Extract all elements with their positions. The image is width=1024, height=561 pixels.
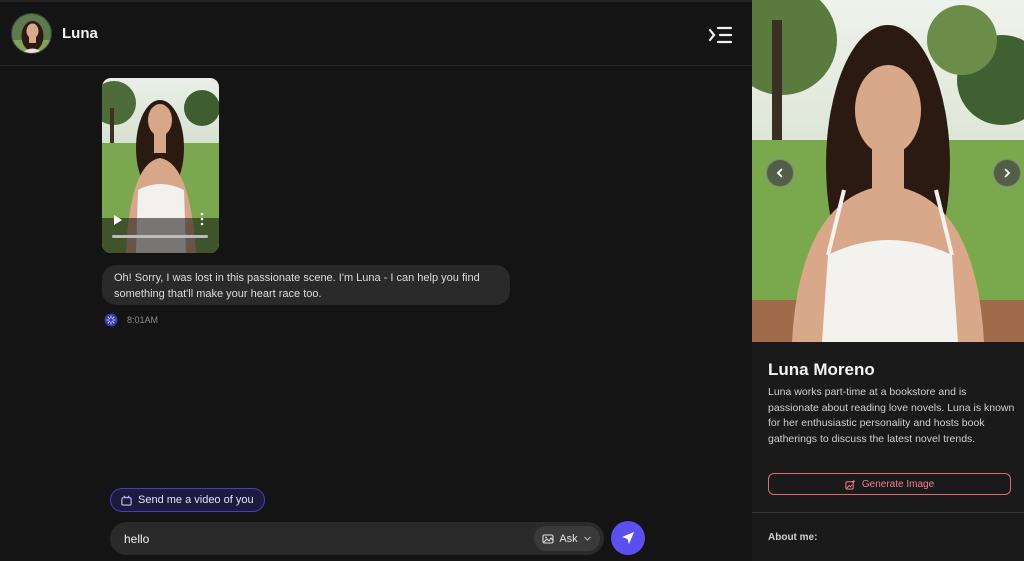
suggestion-chip[interactable]: Send me a video of you xyxy=(110,488,265,512)
video-icon xyxy=(121,495,132,506)
menu-collapse-icon[interactable] xyxy=(706,24,734,46)
send-icon xyxy=(622,532,634,544)
bot-icon xyxy=(104,313,118,327)
more-vertical-icon[interactable] xyxy=(199,212,205,226)
message-input[interactable] xyxy=(124,530,524,547)
about-heading: About me: xyxy=(768,532,818,543)
message-timestamp: 8:01AM xyxy=(127,315,159,325)
next-image-button[interactable] xyxy=(993,159,1021,187)
chat-title: Luna xyxy=(62,25,98,42)
video-thumbnail xyxy=(102,78,219,253)
chevron-right-icon xyxy=(1004,168,1011,178)
image-ask-icon xyxy=(542,533,554,544)
chevron-left-icon xyxy=(776,168,783,178)
message-bubble: Oh! Sorry, I was lost in this passionate… xyxy=(102,265,510,305)
generate-image-button[interactable]: Generate Image xyxy=(768,473,1011,495)
avatar[interactable] xyxy=(11,13,52,54)
magic-image-icon xyxy=(845,478,856,490)
play-icon[interactable] xyxy=(113,213,123,225)
profile-panel: Luna Moreno Luna works part-time at a bo… xyxy=(752,0,1024,561)
chat-header: Luna xyxy=(0,2,752,66)
generate-image-label: Generate Image xyxy=(861,478,935,490)
video-progress-bar[interactable] xyxy=(112,235,208,238)
chat-panel: Luna Oh! Sorry, I was lost in this passi… xyxy=(0,0,752,561)
ask-mode-dropdown[interactable]: Ask xyxy=(534,526,600,551)
profile-description: Luna works part-time at a bookstore and … xyxy=(768,386,1015,445)
avatar-image xyxy=(12,14,51,53)
prev-image-button[interactable] xyxy=(766,159,794,187)
chevron-down-icon xyxy=(583,536,591,541)
profile-name: Luna Moreno xyxy=(768,360,875,379)
send-button[interactable] xyxy=(611,521,645,555)
ask-mode-label: Ask xyxy=(559,532,578,545)
section-divider xyxy=(752,512,1024,513)
suggestion-label: Send me a video of you xyxy=(138,494,254,506)
video-message[interactable] xyxy=(102,78,219,253)
message-composer: Ask xyxy=(110,522,604,555)
